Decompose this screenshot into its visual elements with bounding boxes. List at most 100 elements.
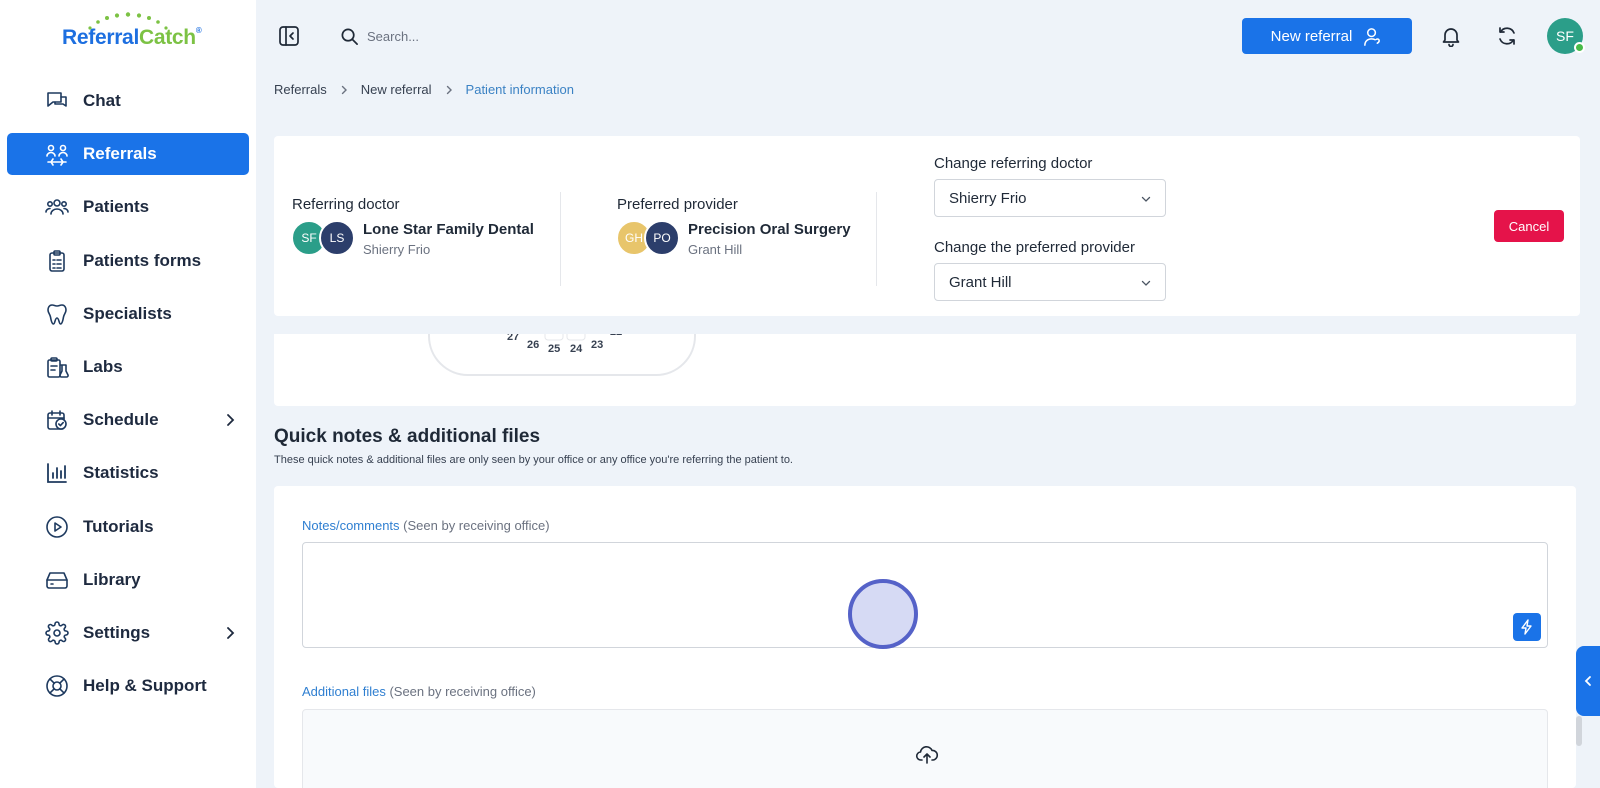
chevron-right-icon — [341, 85, 347, 94]
referralcatch-logo[interactable]: ReferralCatch® — [62, 12, 202, 52]
logo-text-referral: Referral — [62, 26, 139, 49]
scrollbar-thumb[interactable] — [1576, 716, 1582, 746]
chat-icon — [47, 92, 67, 107]
tooth-number[interactable]: 24 — [570, 343, 582, 355]
bell-icon[interactable] — [1440, 25, 1462, 47]
chevron-down-icon — [1141, 196, 1151, 202]
sidebar-item-patients[interactable]: Patients — [7, 186, 249, 228]
referring-doctor-label: Referring doctor — [292, 196, 400, 213]
sidebar-item-patients-forms[interactable]: Patients forms — [7, 240, 249, 282]
user-initials: SF — [1556, 28, 1574, 44]
file-drop-zone[interactable] — [302, 709, 1548, 788]
logo-trademark: ® — [195, 26, 202, 35]
sidebar-item-label: Chat — [83, 91, 121, 110]
collapse-sidebar-icon[interactable] — [278, 25, 300, 47]
tooth-number[interactable]: 26 — [527, 339, 539, 351]
sidebar: ReferralCatch® Chat Referrals Patients P… — [0, 0, 256, 788]
files-label-main: Additional files — [302, 684, 386, 699]
sidebar-item-settings[interactable]: Settings — [7, 612, 249, 654]
breadcrumb-referrals[interactable]: Referrals — [274, 82, 327, 97]
gear-icon — [45, 621, 69, 645]
user-avatar[interactable]: SF — [1547, 18, 1585, 54]
tooth-number[interactable]: 25 — [548, 343, 560, 355]
referring-office-name: Lone Star Family Dental — [363, 221, 534, 238]
sidebar-item-label: Referrals — [83, 144, 157, 164]
new-referral-button[interactable]: New referral — [1242, 18, 1412, 54]
refresh-icon[interactable] — [1496, 25, 1518, 47]
new-referral-label: New referral — [1270, 27, 1353, 45]
notes-label-main: Notes/comments — [302, 518, 400, 533]
breadcrumb: Referrals New referral Patient informati… — [274, 82, 574, 97]
patients-icon — [45, 199, 69, 216]
quick-notes-title: Quick notes & additional files — [274, 426, 541, 447]
referrals-icon — [46, 144, 68, 166]
divider — [876, 192, 877, 286]
sidebar-item-label: Patients forms — [83, 250, 202, 270]
sidebar-item-referrals[interactable]: Referrals — [7, 133, 249, 176]
change-doctor-label: Change referring doctor — [934, 155, 1093, 172]
ai-assist-button[interactable] — [1513, 613, 1541, 641]
labs-icon — [47, 357, 69, 378]
online-status-dot — [1574, 42, 1585, 53]
avatar-initials: GH — [625, 231, 643, 245]
preferred-provider-name: Grant Hill — [688, 242, 743, 257]
sidebar-item-library[interactable]: Library — [7, 559, 249, 601]
change-provider-label: Change the preferred provider — [934, 239, 1135, 256]
divider — [560, 192, 561, 286]
tooth-number[interactable]: 23 — [591, 339, 603, 351]
chevron-right-icon — [446, 85, 452, 94]
tooth-number[interactable]: 27 — [507, 334, 519, 343]
sidebar-item-help-support[interactable]: Help & Support — [7, 665, 249, 707]
avatar-initials: PO — [653, 231, 671, 245]
lightning-icon — [1521, 619, 1532, 635]
sidebar-item-label: Schedule — [83, 410, 159, 430]
referral-summary-card: Referring doctor SF LS Lone Star Family … — [274, 136, 1580, 316]
chevron-right-icon[interactable] — [223, 626, 237, 640]
cancel-label: Cancel — [1508, 218, 1550, 234]
change-provider-select[interactable]: Grant Hill — [934, 263, 1166, 301]
sidebar-item-schedule[interactable]: Schedule — [7, 399, 249, 441]
change-doctor-select[interactable]: Shierry Frio — [934, 179, 1166, 217]
avatar-initials: SF — [301, 231, 317, 245]
sidebar-item-chat[interactable]: Chat — [7, 80, 249, 122]
sidebar-item-labs[interactable]: Labs — [7, 346, 249, 388]
change-doctor-value: Shierry Frio — [949, 189, 1027, 207]
preferred-provider-label: Preferred provider — [617, 196, 738, 213]
clipboard-icon — [49, 249, 65, 272]
sidebar-item-label: Patients — [83, 197, 150, 217]
sidebar-item-label: Specialists — [83, 303, 172, 323]
referring-doctor-name: Shierry Frio — [363, 242, 431, 257]
referring-doctor-avatar: LS — [319, 220, 355, 256]
files-label: Additional files (Seen by receiving offi… — [302, 684, 536, 699]
cancel-button[interactable]: Cancel — [1494, 210, 1564, 242]
user-icon — [1364, 27, 1381, 46]
chevron-left-icon — [1584, 676, 1591, 686]
sidebar-item-label: Labs — [83, 356, 123, 376]
bar-chart-icon — [47, 463, 67, 484]
chevron-right-icon[interactable] — [223, 413, 237, 427]
logo-text-catch: Catch — [138, 26, 196, 49]
sidebar-nav: Chat Referrals Patients Patients forms S… — [7, 80, 249, 718]
sidebar-item-specialists[interactable]: Specialists — [7, 293, 249, 335]
side-panel-toggle[interactable] — [1576, 646, 1600, 716]
library-icon — [46, 571, 68, 589]
search-bar — [340, 20, 720, 52]
tooth-number[interactable]: 22 — [610, 334, 622, 338]
calendar-check-icon — [47, 410, 67, 430]
change-provider-value: Grant Hill — [949, 273, 1012, 291]
breadcrumb-new-referral[interactable]: New referral — [361, 82, 432, 97]
cloud-upload-icon — [915, 746, 939, 764]
files-label-suffix: (Seen by receiving office) — [385, 684, 536, 699]
search-input[interactable] — [367, 28, 667, 44]
tooth-chart-card: 27 26 25 24 23 22 — [274, 334, 1576, 406]
sidebar-item-tutorials[interactable]: Tutorials — [7, 506, 249, 548]
notes-textarea[interactable] — [302, 542, 1548, 648]
sidebar-item-label: Help & Support — [83, 676, 207, 696]
search-icon — [341, 28, 358, 45]
notes-label-suffix: (Seen by receiving office) — [399, 518, 550, 533]
preferred-office-avatar: PO — [644, 220, 680, 256]
chevron-down-icon — [1141, 280, 1151, 286]
sidebar-item-statistics[interactable]: Statistics — [7, 452, 249, 494]
tooth-icon — [47, 303, 67, 325]
lifebuoy-icon — [46, 675, 68, 697]
